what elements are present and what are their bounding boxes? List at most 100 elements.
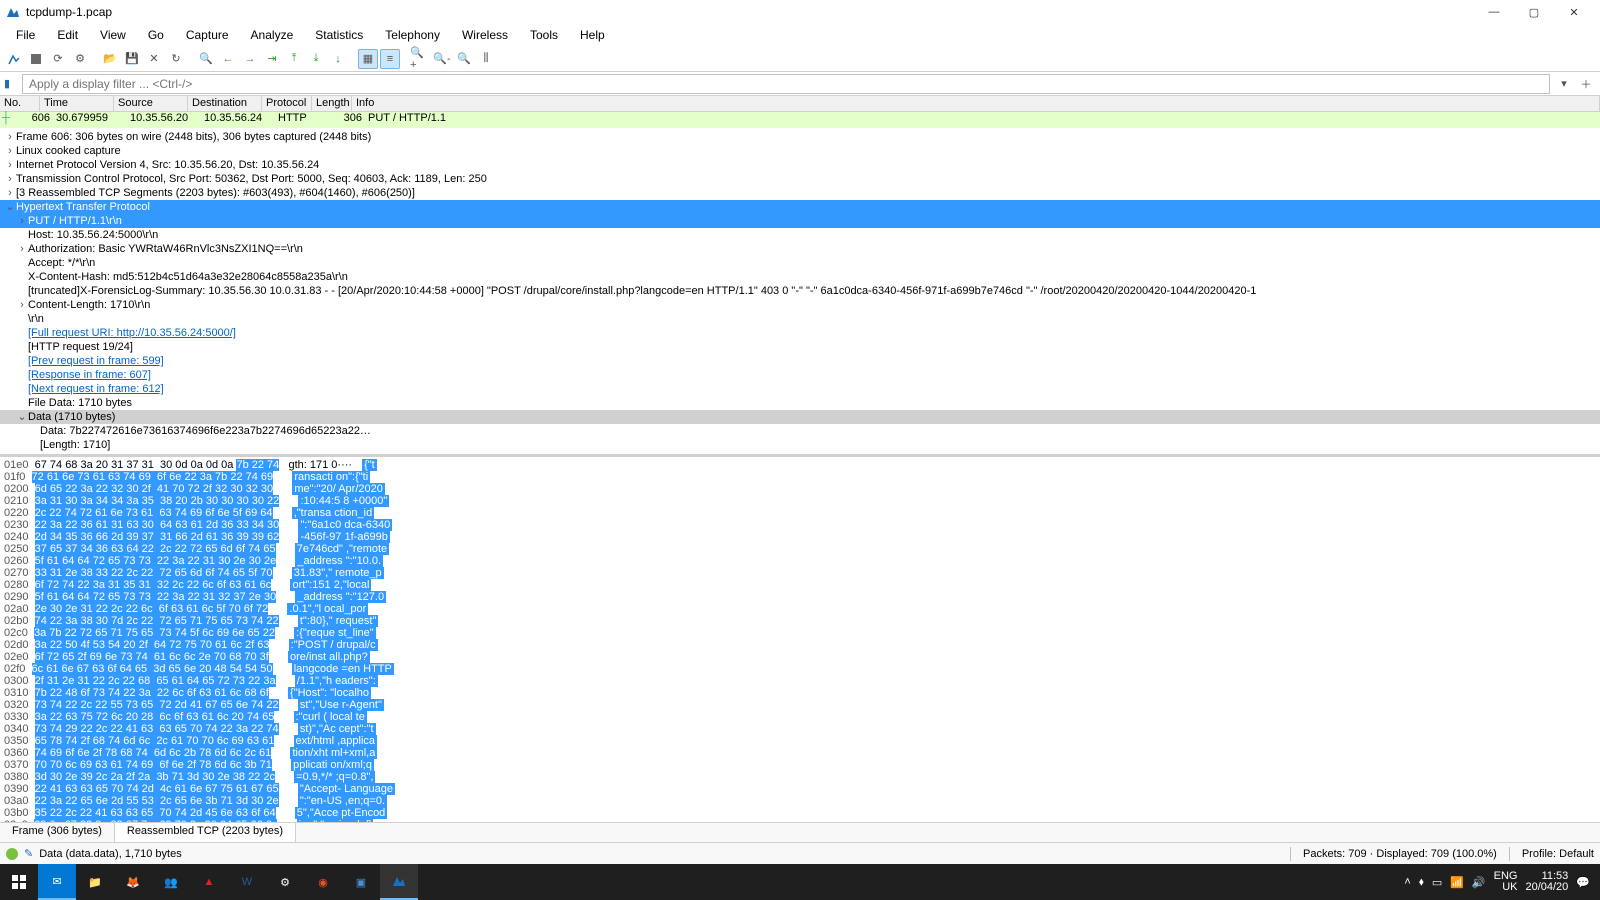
capture-file-properties-icon[interactable]: ✎ [24,847,33,860]
go-to-packet-icon[interactable]: ⇥ [262,49,282,69]
tray-volume-icon[interactable]: 🔊 [1472,876,1486,889]
hex-row[interactable]: 0230 22 3a 22 36 61 31 63 30 64 63 61 2d… [4,519,1596,531]
hex-row[interactable]: 0360 74 69 6f 6e 2f 78 68 74 6d 6c 2b 78… [4,747,1596,759]
prev-request-link[interactable]: [Prev request in frame: 599] [28,354,164,368]
taskbar-acrobat-icon[interactable]: ▲ [190,864,228,900]
tray-chevron-icon[interactable]: ˄ [1404,876,1410,888]
hex-row[interactable]: 02a0 2e 30 2e 31 22 2c 22 6c 6f 63 61 6c… [4,603,1596,615]
hex-row[interactable]: 0200 6d 65 22 3a 22 32 30 2f 41 70 72 2f… [4,483,1596,495]
menu-analyze[interactable]: Analyze [241,26,304,44]
collapse-icon[interactable]: ⌄ [16,410,28,424]
taskbar-wireshark-icon[interactable] [380,864,418,900]
colorize-icon[interactable]: ▦ [358,49,378,69]
hex-row[interactable]: 0330 3a 22 63 75 72 6c 20 28 6c 6f 63 61… [4,711,1596,723]
filter-expression-icon[interactable]: ▾ [1554,74,1574,94]
start-button[interactable] [0,864,38,900]
taskbar-teams-icon[interactable]: 👥 [152,864,190,900]
hex-row[interactable]: 0340 73 74 29 22 2c 22 41 63 63 65 70 74… [4,723,1596,735]
hex-row[interactable]: 0240 2d 34 35 36 66 2d 39 37 31 66 2d 61… [4,531,1596,543]
menu-tools[interactable]: Tools [520,26,568,44]
menu-view[interactable]: View [90,26,136,44]
zoom-reset-icon[interactable]: 🔍 [454,49,474,69]
taskbar-word-icon[interactable]: W [228,864,266,900]
hex-row[interactable]: 0290 5f 61 64 64 72 65 73 73 22 3a 22 31… [4,591,1596,603]
packet-details-pane[interactable]: ›Frame 606: 306 bytes on wire (2448 bits… [0,128,1600,457]
packet-row[interactable]: ┼ 606 30.679959 10.35.56.20 10.35.56.24 … [0,112,1600,128]
tray-battery-icon[interactable]: ▭ [1432,876,1442,889]
packet-bytes-pane[interactable]: 01e0 67 74 68 3a 20 31 37 31 30 0d 0a 0d… [0,457,1600,822]
zoom-in-icon[interactable]: 🔍+ [410,49,430,69]
hex-row[interactable]: 03a0 22 3a 22 65 6e 2d 55 53 2c 65 6e 3b… [4,795,1596,807]
tab-frame[interactable]: Frame (306 bytes) [0,823,115,842]
menu-capture[interactable]: Capture [176,26,239,44]
taskbar-app-icon[interactable]: ▣ [342,864,380,900]
expand-icon[interactable]: › [16,242,28,256]
expand-icon[interactable]: › [16,214,28,228]
expand-icon[interactable]: › [4,130,16,144]
tab-reassembled[interactable]: Reassembled TCP (2203 bytes) [115,823,296,842]
col-proto[interactable]: Protocol [262,96,312,111]
col-time[interactable]: Time [40,96,114,111]
hex-row[interactable]: 0380 3d 30 2e 39 2c 2a 2f 2a 3b 71 3d 30… [4,771,1596,783]
collapse-icon[interactable]: ⌄ [4,200,16,214]
maximize-button[interactable]: ▢ [1514,0,1554,24]
hex-row[interactable]: 0390 22 41 63 63 65 70 74 2d 4c 61 6e 67… [4,783,1596,795]
hex-row[interactable]: 0220 2c 22 74 72 61 6e 73 61 63 74 69 6f… [4,507,1596,519]
menu-file[interactable]: File [6,26,45,44]
go-forward-icon[interactable]: → [240,49,260,69]
find-icon[interactable]: 🔍 [196,49,216,69]
stop-capture-icon[interactable] [26,49,46,69]
menu-statistics[interactable]: Statistics [305,26,373,44]
go-last-icon[interactable]: ⤓ [306,49,326,69]
bookmark-icon[interactable]: ▮ [4,77,18,91]
display-filter-input[interactable] [22,74,1550,94]
close-file-icon[interactable]: ✕ [144,49,164,69]
hex-row[interactable]: 01f0 72 61 6e 73 61 63 74 69 6f 6e 22 3a… [4,471,1596,483]
hex-row[interactable]: 02c0 3a 7b 22 72 65 71 75 65 73 74 5f 6c… [4,627,1596,639]
col-info[interactable]: Info [352,96,1600,111]
hex-row[interactable]: 0320 73 74 22 2c 22 55 73 65 72 2d 41 67… [4,699,1596,711]
hex-row[interactable]: 03b0 35 22 2c 22 41 63 63 65 70 74 2d 45… [4,807,1596,819]
hex-row[interactable]: 02b0 74 22 3a 38 30 7d 2c 22 72 65 71 75… [4,615,1596,627]
hex-row[interactable]: 0270 33 31 2e 38 33 22 2c 22 72 65 6d 6f… [4,567,1596,579]
menu-edit[interactable]: Edit [47,26,88,44]
col-len[interactable]: Length [312,96,352,111]
hex-row[interactable]: 0310 7b 22 48 6f 73 74 22 3a 22 6c 6f 63… [4,687,1596,699]
auto-scroll-icon[interactable]: ↓ [328,49,348,69]
expert-info-icon[interactable] [6,848,18,860]
next-request-link[interactable]: [Next request in frame: 612] [28,382,164,396]
hex-row[interactable]: 02d0 3a 22 50 4f 53 54 20 2f 64 72 75 70… [4,639,1596,651]
menu-telephony[interactable]: Telephony [375,26,450,44]
menu-wireless[interactable]: Wireless [452,26,518,44]
hex-row[interactable]: 0370 70 70 6c 69 63 61 74 69 6f 6e 2f 78… [4,759,1596,771]
hex-row[interactable]: 0280 6f 72 74 22 3a 31 35 31 32 2c 22 6c… [4,579,1596,591]
taskbar-outlook-icon[interactable]: ✉ [38,864,76,900]
restart-capture-icon[interactable]: ⟳ [48,49,68,69]
full-uri-link[interactable]: [Full request URI: http://10.35.56.24:50… [28,326,236,340]
close-button[interactable]: ✕ [1554,0,1594,24]
expand-icon[interactable]: › [4,172,16,186]
reload-icon[interactable]: ↻ [166,49,186,69]
menu-help[interactable]: Help [570,26,615,44]
expand-icon[interactable]: › [4,158,16,172]
col-no[interactable]: No. [0,96,40,111]
hex-row[interactable]: 0350 65 78 74 2f 68 74 6d 6c 2c 61 70 70… [4,735,1596,747]
tray-clock[interactable]: 11:5320/04/20 [1525,871,1568,893]
hex-row[interactable]: 0300 2f 31 2e 31 22 2c 22 68 65 61 64 65… [4,675,1596,687]
filter-add-icon[interactable]: ＋ [1576,74,1596,94]
zoom-out-icon[interactable]: 🔍- [432,49,452,69]
response-frame-link[interactable]: [Response in frame: 607] [28,368,151,382]
save-file-icon[interactable]: 💾 [122,49,142,69]
hex-row[interactable]: 01e0 67 74 68 3a 20 31 37 31 30 0d 0a 0d… [4,459,1596,471]
hex-row[interactable]: 02e0 6f 72 65 2f 69 6e 73 74 61 6c 6c 2e… [4,651,1596,663]
menu-go[interactable]: Go [138,26,174,44]
hex-row[interactable]: 0210 3a 31 30 3a 34 34 3a 35 38 20 2b 30… [4,495,1596,507]
col-dst[interactable]: Destination [188,96,262,111]
expand-icon[interactable]: › [4,144,16,158]
resize-columns-icon[interactable]: ⫼ [476,49,496,69]
go-first-icon[interactable]: ⤒ [284,49,304,69]
open-file-icon[interactable]: 📂 [100,49,120,69]
taskbar-ubuntu-icon[interactable]: ◉ [304,864,342,900]
status-profile[interactable]: Profile: Default [1522,848,1594,860]
auto-scroll-live-icon[interactable]: ≡ [380,49,400,69]
